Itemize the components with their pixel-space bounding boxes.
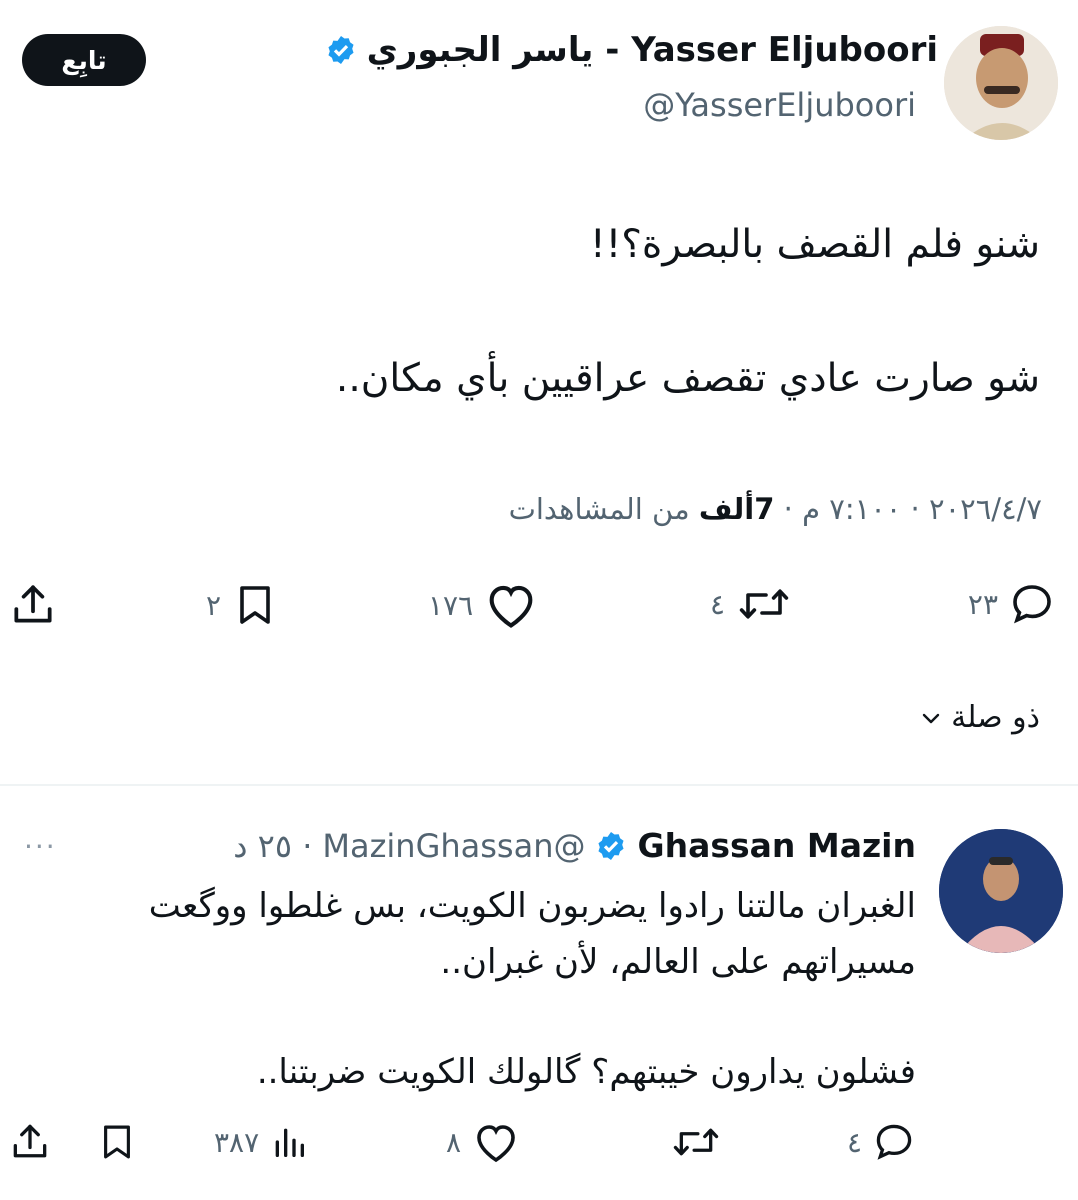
author-avatar-image bbox=[944, 26, 1058, 140]
author-name-row[interactable]: Yasser Eljuboori - ياسر الجبوري bbox=[325, 30, 938, 70]
tweet-meta: ٢٠٢٦/٤/٧ · ٧:١٠٠ م · 7ألف من المشاهدات bbox=[509, 492, 1042, 526]
author-handle[interactable]: @YasserEljuboori bbox=[643, 86, 916, 124]
views-label: من المشاهدات bbox=[508, 492, 699, 526]
heart-icon bbox=[489, 585, 533, 628]
reply-author-name[interactable]: Ghassan Mazin bbox=[637, 826, 916, 865]
reply-icon bbox=[1013, 585, 1051, 624]
reply-share-action[interactable] bbox=[8, 1120, 52, 1164]
verified-badge-icon bbox=[328, 36, 354, 64]
retweet-action[interactable]: ٤ bbox=[710, 580, 793, 628]
bookmark-count: ٢ bbox=[206, 588, 222, 622]
reply-author-avatar[interactable] bbox=[936, 826, 1066, 956]
reply-time[interactable]: · ٢٥ د bbox=[233, 827, 312, 865]
reply-text-line-1: الغبران مالتنا رادوا يضربون الكويت، بس غ… bbox=[148, 886, 916, 926]
related-label: ذو صلة bbox=[951, 700, 1040, 735]
reply-count: ٢٣ bbox=[967, 587, 998, 621]
reply-reply-count: ٤ bbox=[846, 1125, 862, 1159]
retweet-icon bbox=[739, 589, 789, 619]
chevron-down-icon bbox=[922, 713, 940, 723]
bookmark-icon bbox=[240, 586, 270, 624]
reply-views-action[interactable]: ٣٨٧ bbox=[214, 1120, 309, 1164]
more-options-icon[interactable]: ··· bbox=[24, 830, 57, 863]
views-count: 7ألف bbox=[698, 492, 775, 526]
verified-badge-icon bbox=[598, 831, 625, 860]
author-avatar[interactable] bbox=[944, 26, 1058, 140]
reply-retweet-action[interactable] bbox=[670, 1120, 722, 1164]
like-count: ١٧٦ bbox=[428, 588, 474, 622]
tweet-timestamp[interactable]: ٢٠٢٦/٤/٧ · ٧:١٠٠ م · bbox=[774, 492, 1042, 526]
views-chart-icon bbox=[275, 1128, 305, 1157]
author-name[interactable]: Yasser Eljuboori - ياسر الجبوري bbox=[367, 30, 938, 70]
reply-text-line-2: مسيراتهم على العالم، لأن غبران.. bbox=[440, 942, 916, 982]
tweet-text-line-2: شو صارت عادي تقصف عراقيين بأي مكان.. bbox=[335, 356, 1040, 401]
reply-avatar-image bbox=[939, 829, 1063, 953]
reply-like-action[interactable]: ٨ bbox=[446, 1120, 521, 1164]
share-icon bbox=[14, 585, 52, 623]
retweet-count: ٤ bbox=[710, 587, 726, 621]
reply-reply-action[interactable]: ٤ bbox=[847, 1120, 916, 1164]
reply-author-handle[interactable]: @MazinGhassan bbox=[322, 827, 585, 865]
reply-like-count: ٨ bbox=[446, 1125, 462, 1159]
retweet-icon bbox=[673, 1128, 719, 1156]
reply-icon bbox=[876, 1124, 912, 1160]
like-action[interactable]: ١٧٦ bbox=[428, 580, 539, 630]
bookmark-icon bbox=[104, 1125, 130, 1159]
tweet-text-line-1: شنو فلم القصف بالبصرة؟!! bbox=[589, 222, 1040, 267]
share-action[interactable] bbox=[8, 580, 58, 630]
reply-action[interactable]: ٢٣ bbox=[968, 580, 1056, 628]
follow-button[interactable]: تابِع bbox=[22, 34, 146, 86]
reply-text-line-3: فشلون يدارون خيبتهم؟ گالولك الكويت ضربتن… bbox=[256, 1052, 916, 1092]
reply-header[interactable]: Ghassan Mazin @MazinGhassan · ٢٥ د bbox=[233, 826, 916, 865]
reply-views-count: ٣٨٧ bbox=[214, 1125, 260, 1159]
share-icon bbox=[13, 1124, 47, 1158]
related-toggle[interactable]: ذو صلة bbox=[919, 700, 1040, 735]
section-divider bbox=[0, 784, 1078, 786]
bookmark-action[interactable]: ٢ bbox=[206, 580, 279, 630]
reply-bookmark-action[interactable] bbox=[96, 1120, 138, 1164]
heart-icon bbox=[477, 1125, 515, 1163]
